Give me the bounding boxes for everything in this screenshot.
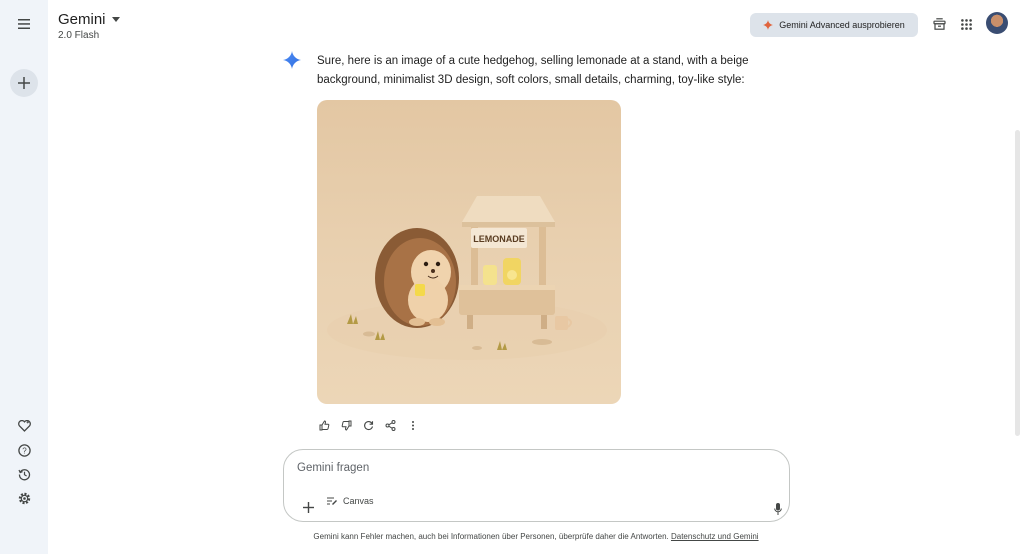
app-title: Gemini <box>58 11 106 28</box>
canvas-button[interactable]: Canvas <box>327 496 374 506</box>
prompt-input[interactable]: Gemini fragen <box>297 462 369 474</box>
canvas-icon <box>327 496 337 505</box>
disclaimer-text: Gemini kann Fehler machen, auch bei Info… <box>313 532 671 541</box>
lemonade-sign: LEMONADE <box>473 234 525 244</box>
canvas-label: Canvas <box>343 496 374 506</box>
hedgehog-lemonade-illustration: LEMONADE <box>327 196 607 360</box>
gemini-advanced-button[interactable]: Gemini Advanced ausprobieren <box>750 13 918 37</box>
more-options-icon[interactable] <box>405 418 420 433</box>
thumbs-down-icon[interactable] <box>339 418 354 433</box>
add-files-button[interactable] <box>294 493 322 521</box>
scrollbar[interactable] <box>1015 130 1020 436</box>
share-icon[interactable] <box>383 418 398 433</box>
privacy-link[interactable]: Datenschutz und Gemini <box>671 532 759 541</box>
gemini-spark-icon <box>283 51 301 69</box>
model-name: 2.0 Flash <box>58 30 100 41</box>
sparkle-icon <box>763 20 774 30</box>
sidebar: ? <box>0 0 48 554</box>
regenerate-icon[interactable] <box>361 418 376 433</box>
response-actions <box>317 418 420 433</box>
disclaimer: Gemini kann Fehler machen, auch bei Info… <box>48 532 1024 541</box>
plus-icon <box>302 501 314 513</box>
microphone-icon[interactable] <box>764 495 792 523</box>
model-switcher[interactable]: Gemini <box>58 11 120 28</box>
new-chat-button[interactable] <box>10 69 38 97</box>
svg-text:?: ? <box>22 446 27 455</box>
gemini-advanced-label: Gemini Advanced ausprobieren <box>779 20 905 30</box>
generated-image[interactable]: LEMONADE <box>317 100 621 404</box>
settings-icon[interactable] <box>10 484 38 512</box>
thumbs-up-icon[interactable] <box>317 418 332 433</box>
plus-icon <box>18 77 30 89</box>
prompt-input-box[interactable]: Gemini fragen Canvas <box>283 449 790 522</box>
apps-grid-icon[interactable] <box>952 10 980 38</box>
caret-down-icon <box>111 17 120 22</box>
main-area: Gemini 2.0 Flash Gemini Advanced ausprob… <box>48 0 1024 554</box>
avatar[interactable] <box>986 12 1008 34</box>
gift-icon[interactable] <box>925 10 953 38</box>
menu-icon[interactable] <box>10 10 38 38</box>
response-text: Sure, here is an image of a cute hedgeho… <box>317 55 749 86</box>
